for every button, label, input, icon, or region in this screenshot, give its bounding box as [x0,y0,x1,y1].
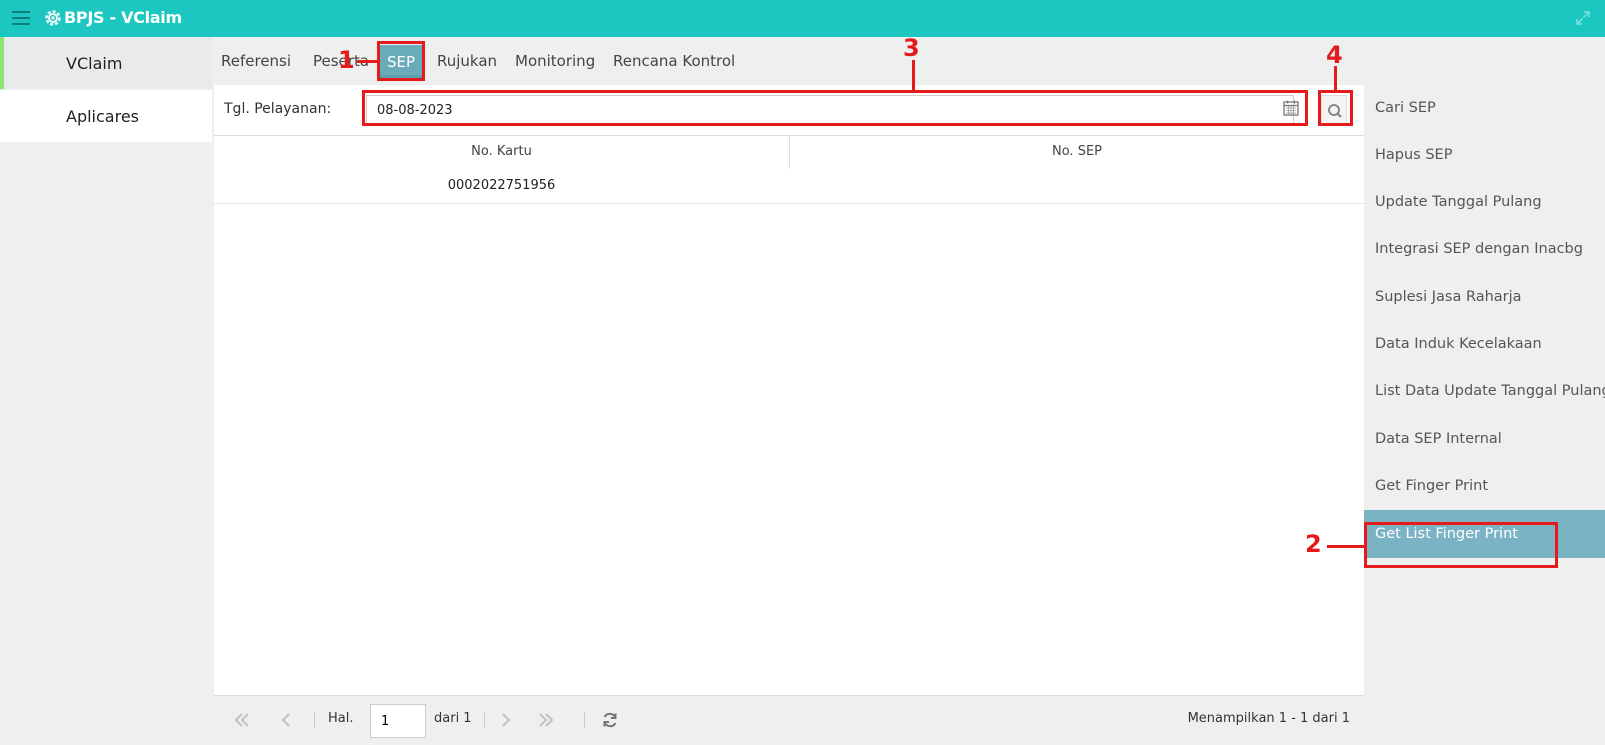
annotation-number-2: 2 [1305,530,1322,558]
sep-action-menu: Cari SEP Hapus SEP Update Tanggal Pulang… [1364,85,1605,745]
menu-cari-sep[interactable]: Cari SEP [1364,85,1605,131]
sidebar-item-vclaim[interactable]: VClaim [0,37,212,89]
grid-header: No. Kartu No. SEP [214,135,1364,170]
menu-suplesi-jasa-raharja[interactable]: Suplesi Jasa Raharja [1364,274,1605,320]
hal-label: Hal. [328,711,354,726]
column-no-kartu[interactable]: No. Kartu [214,144,789,159]
menu-hapus-sep[interactable]: Hapus SEP [1364,132,1605,178]
tab-monitoring[interactable]: Monitoring [515,47,595,75]
annotation-line-1 [357,60,377,63]
title-bar: BPJS - VClaim [0,0,1605,37]
next-page-icon[interactable] [496,710,516,730]
tab-rujukan[interactable]: Rujukan [437,47,497,75]
app-title: BPJS - VClaim [64,8,182,27]
pager-divider [484,712,485,728]
tab-rencana-kontrol[interactable]: Rencana Kontrol [613,47,735,75]
tgl-pelayanan-label: Tgl. Pelayanan: [224,101,332,117]
annotation-line-4 [1334,66,1337,90]
expand-icon[interactable] [1575,10,1591,26]
page-input[interactable] [370,704,426,738]
menu-list-data-update-tanggal-pulang[interactable]: List Data Update Tanggal Pulang [1364,368,1605,414]
tgl-pelayanan-input[interactable] [366,95,1294,125]
sep-grid: No. Kartu No. SEP 0002022751956 [214,135,1364,695]
search-button[interactable] [1321,95,1347,125]
column-no-sep[interactable]: No. SEP [790,144,1364,159]
filter-row: Tgl. Pelayanan: [214,85,1364,135]
menu-get-list-finger-print[interactable]: Get List Finger Print [1364,510,1605,558]
annotation-number-1: 1 [338,46,355,74]
annotation-line-2 [1327,545,1364,548]
last-page-icon[interactable] [536,710,556,730]
pager: Hal. dari 1 Menampilkan 1 - 1 dari 1 [214,695,1364,745]
menu-update-tanggal-pulang[interactable]: Update Tanggal Pulang [1364,179,1605,225]
pager-divider [584,712,585,728]
cell-no-kartu: 0002022751956 [447,178,556,193]
annotation-number-3: 3 [903,34,920,62]
first-page-icon[interactable] [232,710,252,730]
refresh-icon[interactable] [600,710,620,730]
gear-icon [45,10,61,26]
menu-data-induk-kecelakaan[interactable]: Data Induk Kecelakaan [1364,321,1605,367]
annotation-number-4: 4 [1326,41,1343,69]
pager-info: Menampilkan 1 - 1 dari 1 [1187,711,1350,726]
menu-integrasi-sep-inacbg[interactable]: Integrasi SEP dengan Inacbg [1364,226,1605,272]
pager-divider [314,712,315,728]
table-row[interactable]: 0002022751956 [214,170,1364,204]
sidebar-item-aplicares[interactable]: Aplicares [0,90,212,142]
menu-icon[interactable] [12,11,30,25]
tab-bar: Referensi Peserta SEP Rujukan Monitoring… [214,37,1364,85]
prev-page-icon[interactable] [276,710,296,730]
menu-data-sep-internal[interactable]: Data SEP Internal [1364,416,1605,462]
menu-get-finger-print[interactable]: Get Finger Print [1364,463,1605,509]
tab-referensi[interactable]: Referensi [221,47,291,75]
annotation-line-3 [912,60,915,90]
sidebar: VClaim Aplicares [0,37,212,745]
calendar-icon[interactable] [1282,99,1300,117]
page-total-label: dari 1 [434,711,472,726]
search-icon [1328,104,1342,118]
tab-sep[interactable]: SEP [377,45,426,79]
